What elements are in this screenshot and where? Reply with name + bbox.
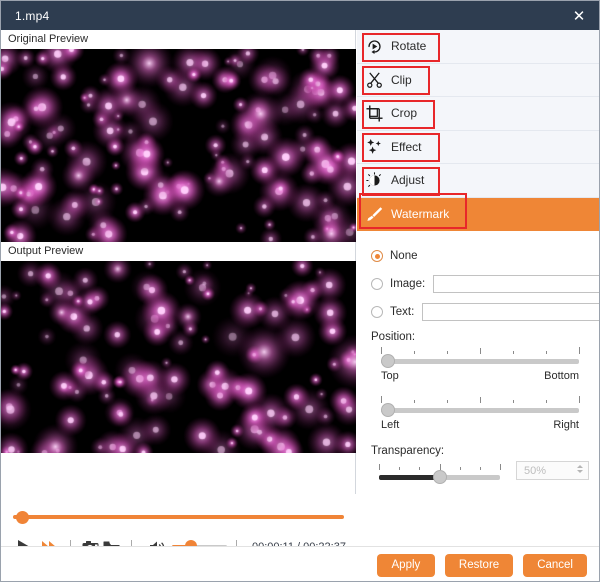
vertical-position-slider[interactable] [381, 354, 579, 368]
slider-thumb[interactable] [381, 354, 395, 368]
tab-rotate[interactable]: Rotate [357, 30, 600, 64]
tab-label: Rotate [391, 39, 426, 53]
title-bar: 1.mp4 ✕ [1, 1, 600, 30]
slider-fill [379, 475, 440, 480]
tab-label: Crop [391, 106, 417, 120]
output-preview-video[interactable] [1, 261, 356, 453]
video-editor-window: 1.mp4 ✕ Original Preview Output Preview [0, 0, 600, 582]
tab-effect[interactable]: Effect [357, 131, 600, 165]
horizontal-position-block: Left Right [371, 396, 589, 431]
vertical-max-label: Bottom [544, 370, 579, 382]
window-title: 1.mp4 [15, 9, 49, 23]
slider-track [381, 359, 579, 364]
apply-button[interactable]: Apply [377, 554, 435, 577]
slider-track [381, 408, 579, 413]
tab-label: Effect [391, 140, 421, 154]
watermark-text-input[interactable] [422, 303, 600, 321]
tools-panel: Rotate Clip [357, 30, 600, 582]
transparency-label: Transparency: [371, 445, 589, 457]
option-text-label: Text: [390, 306, 414, 318]
contrast-icon [357, 172, 391, 189]
horizontal-ticks [381, 396, 579, 403]
spinner-up-icon [577, 465, 583, 468]
option-image-row[interactable]: Image: [371, 273, 589, 295]
cancel-button[interactable]: Cancel [523, 554, 587, 577]
radio-text[interactable] [371, 306, 383, 318]
spinner-arrows[interactable] [577, 465, 583, 473]
radio-none[interactable] [371, 250, 383, 262]
position-label: Position: [371, 331, 589, 343]
seek-slider[interactable] [13, 510, 344, 524]
vertical-position-block: Top Bottom [371, 347, 589, 382]
restore-button[interactable]: Restore [445, 554, 513, 577]
spinner-down-icon [577, 470, 583, 473]
original-preview-video[interactable] [1, 49, 356, 242]
brush-icon [357, 205, 391, 223]
transparency-slider[interactable] [379, 464, 500, 478]
footer-left-spacer [1, 546, 357, 582]
tool-tabs: Rotate Clip [357, 30, 600, 231]
close-icon[interactable]: ✕ [557, 1, 600, 30]
preview-column: Original Preview Output Preview [1, 30, 356, 582]
rotate-icon [357, 38, 391, 55]
vertical-ticks [381, 347, 579, 354]
horizontal-position-slider[interactable] [381, 403, 579, 417]
output-preview-label: Output Preview [1, 242, 355, 261]
option-none-label: None [390, 250, 418, 262]
option-text-row[interactable]: Text: T [371, 301, 589, 323]
seek-thumb[interactable] [16, 511, 29, 524]
image-path-input[interactable] [433, 275, 600, 293]
tab-watermark[interactable]: Watermark [357, 198, 600, 232]
radio-image[interactable] [371, 278, 383, 290]
slider-thumb[interactable] [433, 470, 447, 484]
option-image-label: Image: [390, 278, 425, 290]
tab-crop[interactable]: Crop [357, 97, 600, 131]
tab-adjust[interactable]: Adjust [357, 164, 600, 198]
horizontal-min-label: Left [381, 419, 399, 431]
sparkle-icon [357, 138, 391, 155]
vertical-min-label: Top [381, 370, 399, 382]
tab-label: Clip [391, 73, 412, 87]
tab-clip[interactable]: Clip [357, 64, 600, 98]
seek-track [13, 515, 344, 519]
tab-label: Adjust [391, 173, 424, 187]
transparency-value-input[interactable]: 50% [516, 461, 589, 480]
watermark-options: None Image: Text: T [357, 231, 600, 480]
transparency-row: 50% [371, 461, 589, 480]
horizontal-max-label: Right [553, 419, 579, 431]
scissors-icon [357, 71, 391, 88]
tab-label: Watermark [391, 207, 449, 221]
transparency-value: 50% [524, 465, 546, 477]
crop-icon [357, 105, 391, 122]
footer-actions: Apply Restore Cancel [357, 546, 600, 582]
option-none-row[interactable]: None [371, 245, 589, 267]
slider-thumb[interactable] [381, 403, 395, 417]
original-preview-label: Original Preview [1, 30, 355, 49]
